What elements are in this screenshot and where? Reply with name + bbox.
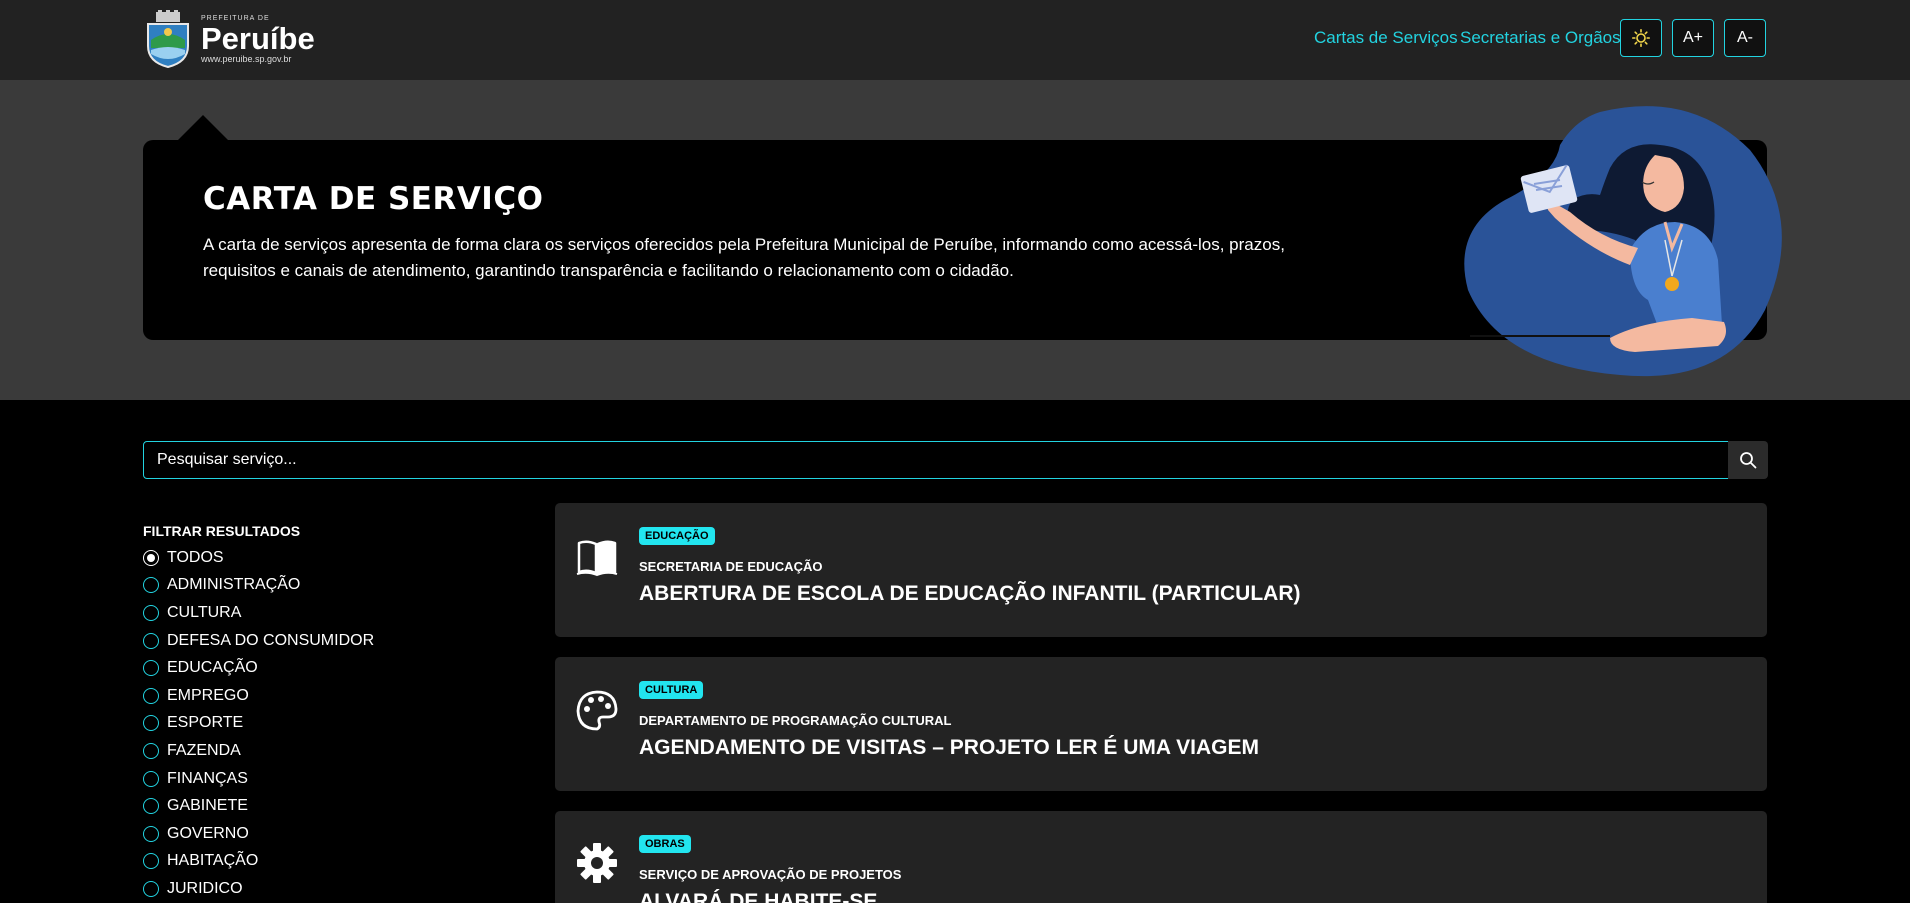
filter-option-todos[interactable]: TODOS — [143, 544, 374, 572]
filter-option-label: HABITAÇÃO — [167, 852, 259, 870]
radio[interactable] — [143, 687, 159, 704]
book-icon — [576, 540, 618, 577]
service-title[interactable]: AGENDAMENTO DE VISITAS – PROJETO LER É U… — [639, 736, 1259, 760]
service-title[interactable]: ALVARÁ DE HABITE-SE — [639, 890, 877, 903]
filter-option-cultura[interactable]: CULTURA — [143, 599, 374, 627]
sun-icon — [1632, 29, 1650, 47]
filter-option-habitacao[interactable]: HABITAÇÃO — [143, 848, 374, 876]
category-badge: CULTURA — [639, 681, 704, 699]
hero-pointer — [178, 115, 228, 140]
gear-icon — [577, 843, 617, 883]
filter-option-label: EDUCAÇÃO — [167, 659, 258, 677]
site-header: PREFEITURA DE Peruíbe www.peruibe.sp.gov… — [0, 0, 1910, 80]
filter-radio-group: TODOS ADMINISTRAÇÃO CULTURA DEFESA DO CO… — [143, 544, 374, 903]
nav-secretarias-e-orgaos[interactable]: Secretarias e Orgãos — [1460, 28, 1621, 48]
service-card[interactable]: EDUCAÇÃO SECRETARIA DE EDUCAÇÃO ABERTURA… — [555, 503, 1767, 637]
palette-icon — [576, 690, 618, 731]
search-button[interactable] — [1728, 441, 1768, 479]
filter-option-gabinete[interactable]: GABINETE — [143, 792, 374, 820]
filter-option-governo[interactable]: GOVERNO — [143, 820, 374, 848]
filter-option-esporte[interactable]: ESPORTE — [143, 710, 374, 738]
service-card[interactable]: OBRAS SERVIÇO DE APROVAÇÃO DE PROJETOS A… — [555, 811, 1767, 903]
filter-option-label: JURIDICO — [167, 879, 243, 897]
radio[interactable] — [143, 604, 159, 621]
logo-url: www.peruibe.sp.gov.br — [201, 53, 292, 64]
filter-option-label: FINANÇAS — [167, 769, 248, 787]
search-bar — [143, 441, 1768, 479]
radio[interactable] — [143, 660, 159, 677]
filter-option-emprego[interactable]: EMPREGO — [143, 682, 374, 710]
category-badge: OBRAS — [639, 835, 691, 853]
radio[interactable] — [143, 715, 159, 732]
nav-cartas-de-servicos[interactable]: Cartas de Serviços — [1314, 28, 1458, 48]
filter-option-label: ESPORTE — [167, 714, 244, 732]
font-decrease-button[interactable]: A- — [1724, 19, 1766, 57]
filter-option-label: TODOS — [167, 548, 224, 566]
radio[interactable] — [143, 577, 159, 594]
theme-toggle-button[interactable] — [1620, 19, 1662, 57]
filter-option-label: CULTURA — [167, 603, 242, 621]
radio-selected[interactable] — [143, 549, 159, 566]
filter-option-label: GOVERNO — [167, 824, 249, 842]
category-badge: EDUCAÇÃO — [639, 527, 715, 545]
radio[interactable] — [143, 825, 159, 842]
filter-option-juridico[interactable]: JURIDICO — [143, 875, 374, 903]
radio[interactable] — [143, 770, 159, 787]
filter-title: FILTRAR RESULTADOS — [143, 523, 301, 539]
filter-option-label: DEFESA DO CONSUMIDOR — [167, 631, 375, 649]
page-title: CARTA DE SERVIÇO — [203, 181, 544, 217]
filter-option-defesa-do-consumidor[interactable]: DEFESA DO CONSUMIDOR — [143, 627, 374, 655]
search-input[interactable] — [143, 441, 1729, 479]
filter-option-fazenda[interactable]: FAZENDA — [143, 737, 374, 765]
filter-option-educacao[interactable]: EDUCAÇÃO — [143, 654, 374, 682]
filter-option-label: ADMINISTRAÇÃO — [167, 576, 301, 594]
filter-option-label: GABINETE — [167, 797, 248, 815]
radio[interactable] — [143, 880, 159, 897]
service-department: DEPARTAMENTO DE PROGRAMAÇÃO CULTURAL — [639, 713, 952, 728]
crest-icon — [147, 10, 189, 68]
filter-option-label: EMPREGO — [167, 686, 249, 704]
radio[interactable] — [143, 798, 159, 815]
service-card[interactable]: CULTURA DEPARTAMENTO DE PROGRAMAÇÃO CULT… — [555, 657, 1767, 791]
filter-option-label: FAZENDA — [167, 741, 241, 759]
service-department: SECRETARIA DE EDUCAÇÃO — [639, 559, 823, 574]
service-title[interactable]: ABERTURA DE ESCOLA DE EDUCAÇÃO INFANTIL … — [639, 582, 1301, 606]
radio[interactable] — [143, 632, 159, 649]
filter-option-administracao[interactable]: ADMINISTRAÇÃO — [143, 572, 374, 600]
hero-description: A carta de serviços apresenta de forma c… — [203, 235, 1285, 280]
font-increase-button[interactable]: A+ — [1672, 19, 1714, 57]
woman-with-envelope-illustration — [1464, 106, 1782, 377]
search-icon — [1740, 452, 1757, 469]
logo-name: Peruíbe — [201, 20, 315, 56]
filter-option-financas[interactable]: FINANÇAS — [143, 765, 374, 793]
site-logo[interactable]: PREFEITURA DE Peruíbe www.peruibe.sp.gov… — [143, 10, 328, 68]
radio[interactable] — [143, 853, 159, 870]
radio[interactable] — [143, 742, 159, 759]
service-department: SERVIÇO DE APROVAÇÃO DE PROJETOS — [639, 867, 902, 882]
